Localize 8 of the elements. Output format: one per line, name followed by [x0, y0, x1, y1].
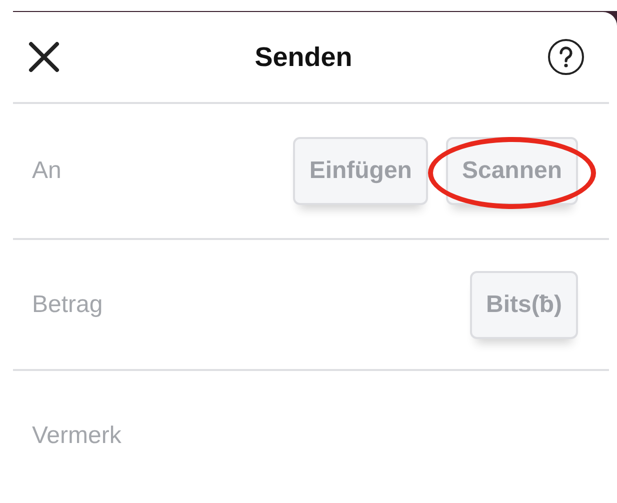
field-label: An [32, 157, 62, 185]
action-button[interactable]: Einfügen [293, 137, 428, 205]
action-button[interactable]: Bits(ƀ) [470, 270, 578, 338]
close-icon[interactable] [28, 41, 60, 73]
screen-title: Senden [254, 42, 352, 72]
help-icon[interactable] [547, 38, 585, 76]
field-label: Betrag [32, 290, 103, 318]
field-label: Vermerk [32, 422, 122, 450]
